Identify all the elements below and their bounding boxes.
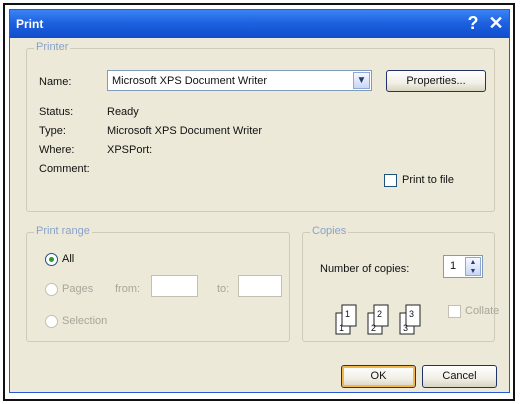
dialog-title: Print — [16, 17, 44, 31]
spin-arrows-icon[interactable]: ▲ ▼ — [465, 257, 481, 276]
status-label: Status: — [39, 106, 74, 118]
copies-legend: Copies — [310, 225, 349, 237]
ok-button[interactable]: OK — [341, 365, 416, 388]
properties-button[interactable]: Properties... — [386, 70, 486, 92]
screenshot-frame: Print ? ✕ Printer Name: Microsoft XPS Do… — [3, 3, 515, 401]
collate-page-2a: 2 — [371, 323, 376, 333]
print-all-label[interactable]: All — [62, 253, 74, 265]
collate-label[interactable]: Collate — [465, 305, 499, 317]
print-dialog: Print ? ✕ Printer Name: Microsoft XPS Do… — [9, 9, 510, 393]
collate-page-2b: 2 — [377, 309, 382, 319]
collate-pages-icon: 1 1 2 2 3 3 — [335, 304, 421, 335]
print-range-legend: Print range — [34, 225, 92, 237]
from-page-input[interactable] — [151, 275, 198, 297]
to-label: to: — [217, 283, 230, 295]
print-pages-radio[interactable] — [45, 283, 58, 296]
collate-checkbox[interactable] — [448, 305, 461, 318]
cancel-button-label: Cancel — [442, 370, 477, 382]
number-of-copies-label: Number of copies: — [320, 263, 410, 275]
type-label: Type: — [39, 125, 66, 137]
print-all-radio[interactable] — [45, 253, 58, 266]
help-icon[interactable]: ? — [462, 13, 484, 34]
comment-label: Comment: — [39, 163, 90, 175]
collate-page-3a: 3 — [403, 323, 408, 333]
collate-page-1b: 1 — [345, 309, 350, 319]
ok-button-label: OK — [370, 370, 387, 382]
printer-legend: Printer — [34, 41, 71, 53]
print-selection-radio[interactable] — [45, 315, 58, 328]
status-value: Ready — [107, 106, 139, 118]
properties-button-label: Properties... — [406, 75, 466, 87]
name-label: Name: — [39, 76, 72, 88]
title-bar[interactable]: Print ? ✕ — [10, 10, 509, 38]
collate-page-1a: 1 — [339, 323, 344, 333]
number-of-copies-value: 1 — [450, 260, 457, 272]
cancel-button[interactable]: Cancel — [422, 365, 497, 388]
print-selection-label[interactable]: Selection — [62, 315, 107, 327]
from-label: from: — [115, 283, 141, 295]
print-to-file-checkbox[interactable] — [384, 174, 397, 187]
number-of-copies-spinner[interactable]: 1 ▲ ▼ — [443, 255, 483, 278]
collate-page-3b: 3 — [409, 309, 414, 319]
printer-name-select[interactable]: Microsoft XPS Document Writer ▼ — [107, 70, 372, 91]
print-pages-label[interactable]: Pages — [62, 283, 93, 295]
chevron-down-icon[interactable]: ▼ — [353, 72, 370, 89]
to-page-input[interactable] — [238, 275, 282, 297]
where-value: XPSPort: — [107, 144, 153, 156]
type-value: Microsoft XPS Document Writer — [107, 125, 263, 137]
printer-name-value: Microsoft XPS Document Writer — [112, 75, 268, 87]
close-icon[interactable]: ✕ — [485, 13, 507, 34]
print-to-file-label[interactable]: Print to file — [402, 174, 454, 186]
where-label: Where: — [39, 144, 75, 156]
